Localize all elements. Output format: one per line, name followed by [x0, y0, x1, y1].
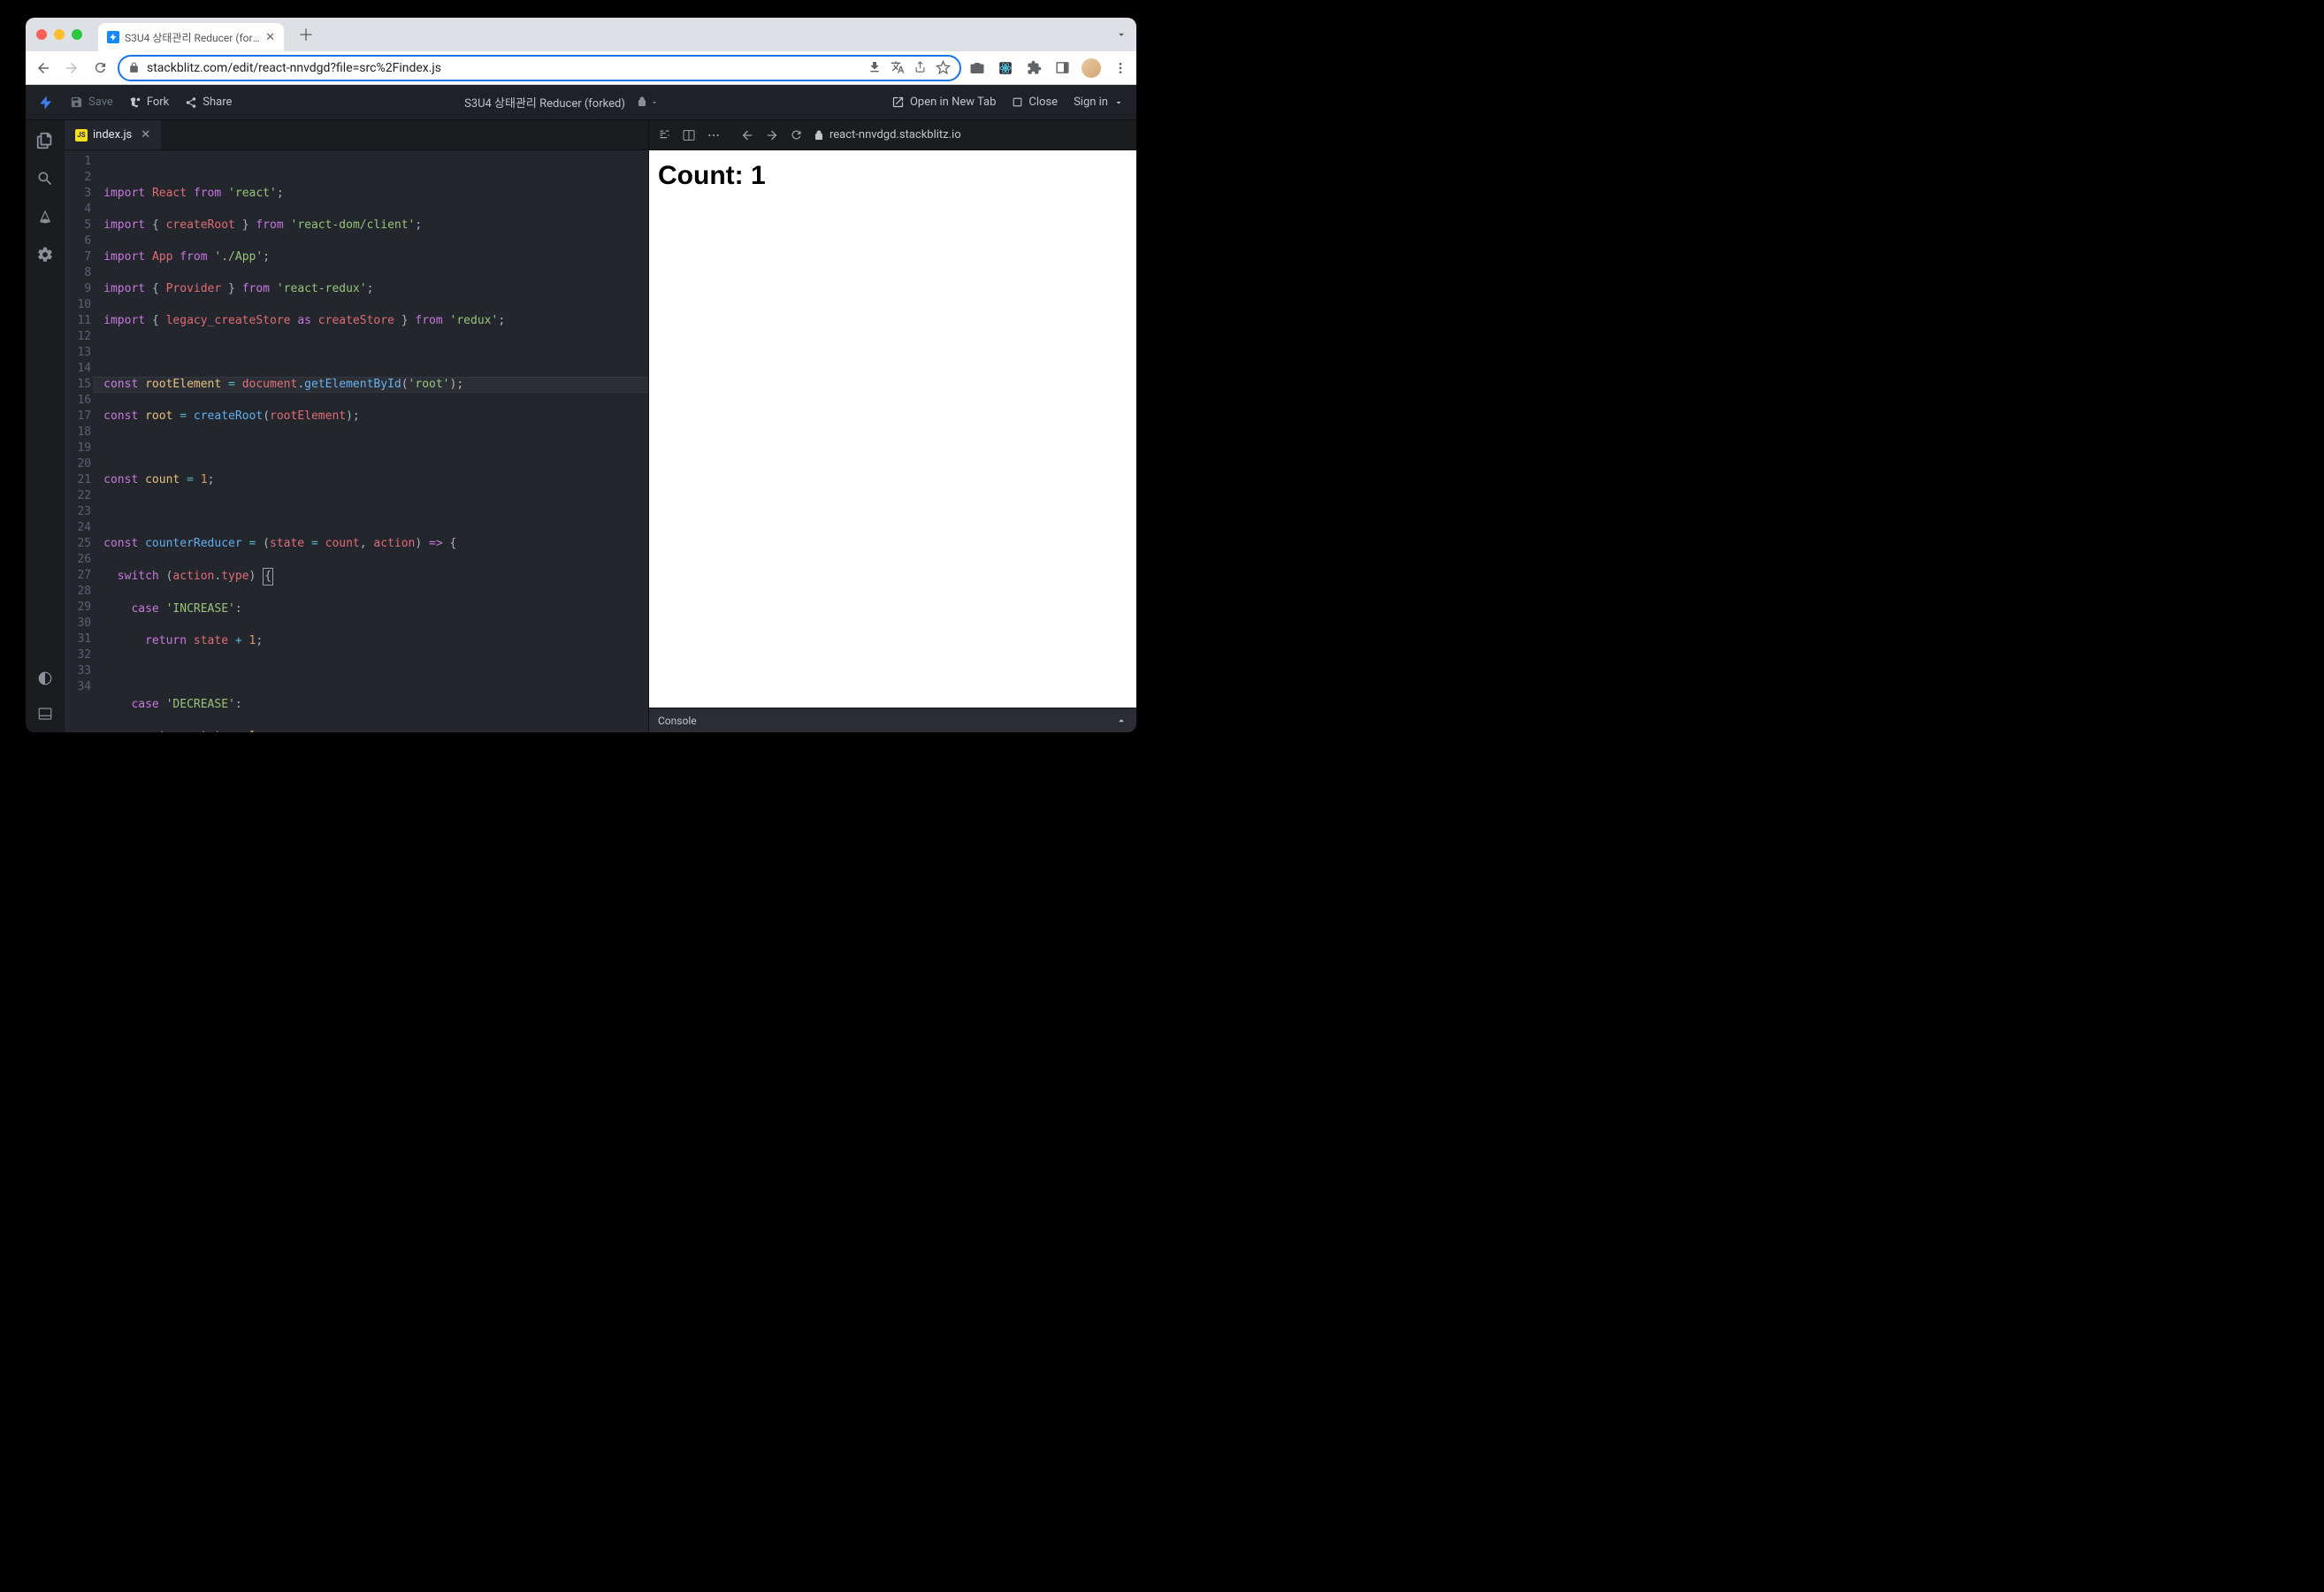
preview-reload-button[interactable] [790, 128, 803, 142]
close-window-button[interactable] [36, 29, 47, 40]
count-heading: Count: 1 [658, 161, 1128, 191]
current-line-highlight [93, 377, 648, 393]
close-icon[interactable]: ✕ [141, 128, 150, 142]
browser-window: S3U4 상태관리 Reducer (forked) ✕ ＋ stackblit… [26, 18, 1136, 732]
bolt-icon [107, 31, 119, 43]
install-app-icon[interactable] [868, 60, 882, 75]
extensions-puzzle-icon[interactable] [1025, 59, 1043, 77]
lock-icon [128, 62, 140, 73]
files-icon[interactable] [35, 131, 55, 150]
chevron-up-icon[interactable] [1115, 715, 1128, 727]
minimize-window-button[interactable] [54, 29, 65, 40]
stackblitz-logo-icon[interactable] [38, 95, 54, 111]
prettier-icon[interactable] [658, 128, 671, 142]
back-button[interactable] [33, 57, 54, 79]
save-button[interactable]: Save [70, 96, 113, 109]
stackblitz-toolbar: Save Fork Share S3U4 상태관리 Reducer (forke… [26, 85, 1136, 120]
camera-icon[interactable] [968, 59, 986, 77]
more-icon[interactable] [707, 128, 721, 142]
split-editor-icon[interactable] [682, 128, 696, 142]
profile-avatar[interactable] [1082, 58, 1101, 78]
project-title-area[interactable]: S3U4 상태관리 Reducer (forked) [248, 94, 875, 111]
editor-panel: JS index.js ✕ 12345678910111213141516171… [65, 120, 648, 732]
project-title: S3U4 상태관리 Reducer (forked) [464, 97, 625, 111]
new-tab-button[interactable]: ＋ [298, 23, 314, 46]
theme-icon[interactable] [37, 670, 53, 686]
lock-icon [637, 97, 659, 111]
sign-in-button[interactable]: Sign in [1074, 96, 1124, 109]
firebase-icon[interactable] [37, 207, 53, 226]
window-controls [36, 29, 82, 40]
forward-button[interactable] [61, 57, 82, 79]
share-icon[interactable] [914, 60, 927, 75]
share-button[interactable]: Share [185, 96, 232, 109]
preview-back-button[interactable] [740, 128, 754, 142]
preview-forward-button[interactable] [765, 128, 779, 142]
close-button[interactable]: Close [1012, 96, 1058, 109]
address-bar[interactable]: stackblitz.com/edit/react-nnvdgd?file=sr… [118, 55, 961, 81]
gear-icon[interactable] [36, 246, 54, 264]
browser-tab-bar: S3U4 상태관리 Reducer (forked) ✕ ＋ [26, 18, 1136, 51]
activity-bar [26, 120, 65, 732]
open-new-tab-button[interactable]: Open in New Tab [891, 96, 996, 109]
close-tab-icon[interactable]: ✕ [265, 31, 275, 44]
console-bar[interactable]: Console [649, 708, 1136, 732]
tab-title: S3U4 상태관리 Reducer (forked) [125, 30, 260, 45]
side-panel-icon[interactable] [1053, 59, 1071, 77]
search-icon[interactable] [36, 170, 54, 188]
preview-iframe[interactable]: Count: 1 [649, 150, 1136, 708]
url-action-icons [868, 60, 951, 75]
extension-icons [968, 58, 1129, 78]
maximize-window-button[interactable] [72, 29, 82, 40]
code-content[interactable]: import React from 'react'; import { crea… [98, 150, 648, 732]
url-text: stackblitz.com/edit/react-nnvdgd?file=sr… [147, 61, 441, 75]
bookmark-star-icon[interactable] [936, 60, 951, 75]
chrome-menu-icon[interactable] [1112, 59, 1129, 77]
reload-button[interactable] [89, 57, 111, 79]
stackblitz-body: JS index.js ✕ 12345678910111213141516171… [26, 120, 1136, 732]
fork-button[interactable]: Fork [129, 96, 169, 109]
lock-icon [814, 130, 824, 141]
panel-icon[interactable] [37, 706, 53, 722]
line-gutter: 1234567891011121314151617181920212223242… [65, 150, 98, 732]
editor-tabs: JS index.js ✕ [65, 120, 648, 150]
js-file-icon: JS [75, 129, 88, 142]
editor-tab-indexjs[interactable]: JS index.js ✕ [65, 120, 161, 149]
react-devtools-icon[interactable] [997, 59, 1014, 77]
preview-panel: react-nnvdgd.stackblitz.io Count: 1 Cons… [648, 120, 1136, 732]
translate-icon[interactable] [891, 60, 905, 75]
preview-url: react-nnvdgd.stackblitz.io [829, 128, 961, 142]
code-editor[interactable]: 1234567891011121314151617181920212223242… [65, 150, 648, 732]
browser-toolbar: stackblitz.com/edit/react-nnvdgd?file=sr… [26, 51, 1136, 85]
preview-address-bar[interactable]: react-nnvdgd.stackblitz.io [814, 128, 1128, 142]
preview-toolbar: react-nnvdgd.stackblitz.io [649, 120, 1136, 150]
chevron-down-icon[interactable] [1115, 28, 1128, 41]
browser-tab-active[interactable]: S3U4 상태관리 Reducer (forked) ✕ [98, 23, 284, 51]
